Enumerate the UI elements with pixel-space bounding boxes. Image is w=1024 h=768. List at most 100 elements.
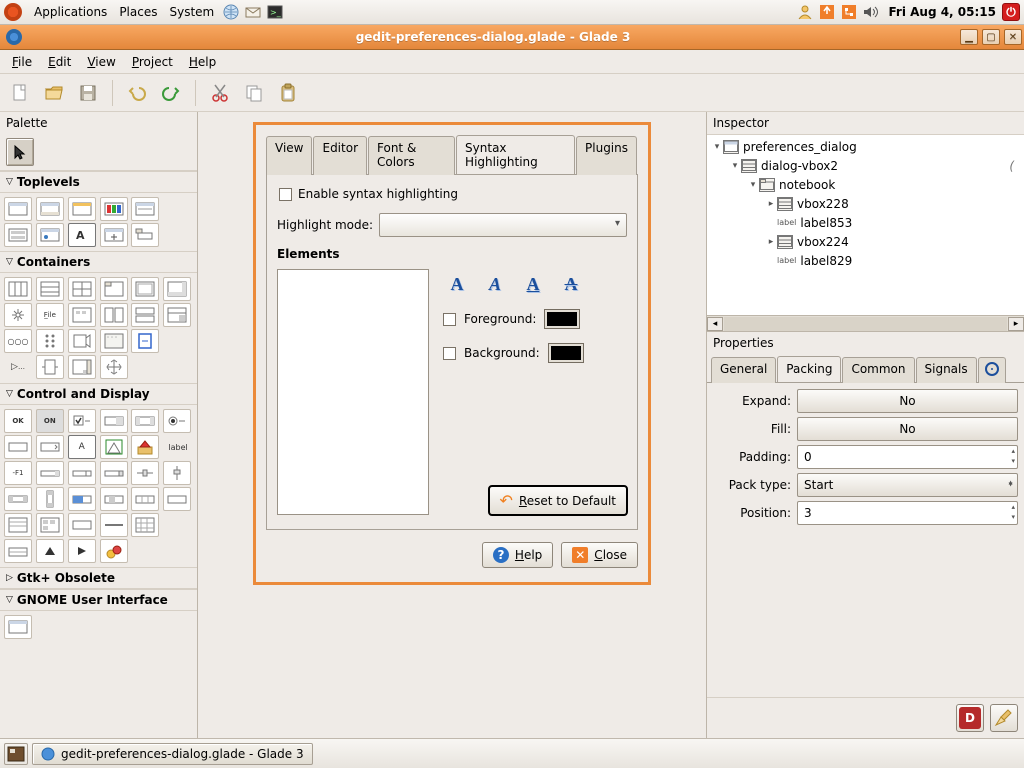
palette-widget[interactable]: -F1 (4, 461, 32, 485)
menu-help[interactable]: Help (181, 53, 224, 71)
palette-widget[interactable] (131, 461, 159, 485)
inspector-tree-row[interactable]: ▾dialog-vbox2( (707, 156, 1024, 175)
palette-widget[interactable] (4, 303, 32, 327)
panel-menu-applications[interactable]: Applications (28, 5, 113, 19)
prop-tab-packing[interactable]: Packing (777, 356, 841, 382)
inspector-tree-row[interactable]: ▾preferences_dialog (707, 137, 1024, 156)
inspector-tree-row[interactable]: labellabel829 (707, 251, 1024, 270)
tray-user-icon[interactable] (796, 3, 814, 21)
palette-widget[interactable] (100, 513, 128, 537)
foreground-color-button[interactable] (544, 309, 580, 329)
palette-widget[interactable] (100, 435, 128, 459)
palette-widget[interactable] (100, 223, 128, 247)
window-minimize-button[interactable]: ▁ (960, 29, 978, 45)
palette-widget[interactable] (163, 487, 191, 511)
style-italic-button[interactable]: A (483, 273, 507, 295)
show-desktop-button[interactable] (4, 743, 28, 765)
palette-widget[interactable] (100, 303, 128, 327)
palette-scroll[interactable]: ▽Toplevels A ▽Containers (0, 171, 197, 738)
palette-widget[interactable] (4, 197, 32, 221)
inspector-tree-row[interactable]: ▸vbox224 (707, 232, 1024, 251)
palette-widget[interactable] (100, 197, 128, 221)
toolbar-cut-button[interactable] (206, 79, 234, 107)
canvas-pane[interactable]: View Editor Font & Colors Syntax Highlig… (198, 112, 706, 738)
palette-widget[interactable] (163, 303, 191, 327)
palette-widget[interactable] (68, 487, 96, 511)
palette-widget[interactable] (100, 329, 128, 353)
background-color-button[interactable] (548, 343, 584, 363)
highlight-mode-combo[interactable] (379, 213, 627, 237)
palette-widget[interactable] (36, 539, 64, 563)
toolbar-undo-button[interactable] (123, 79, 151, 107)
panel-clock[interactable]: Fri Aug 4, 05:15 (888, 5, 996, 19)
panel-launcher-browser-icon[interactable] (222, 3, 240, 21)
toolbar-redo-button[interactable] (157, 79, 185, 107)
palette-widget[interactable] (68, 303, 96, 327)
palette-widget[interactable] (100, 539, 128, 563)
toolbar-paste-button[interactable] (274, 79, 302, 107)
palette-widget[interactable] (163, 409, 191, 433)
design-tab-syntax-highlighting[interactable]: Syntax Highlighting (456, 135, 575, 174)
palette-widget[interactable] (36, 329, 64, 353)
palette-widget[interactable]: OK (4, 409, 32, 433)
background-checkbox[interactable] (443, 347, 456, 360)
style-underline-button[interactable]: A (521, 273, 545, 295)
prop-tab-common[interactable]: Common (842, 357, 914, 383)
prop-tab-a11y[interactable] (978, 357, 1006, 383)
close-button[interactable]: ✕ Close (561, 542, 638, 568)
palette-widget[interactable] (68, 355, 96, 379)
palette-widget[interactable] (68, 277, 96, 301)
menu-edit[interactable]: Edit (40, 53, 79, 71)
tray-updates-icon[interactable] (818, 3, 836, 21)
taskbar-task-glade[interactable]: gedit-preferences-dialog.glade - Glade 3 (32, 743, 313, 765)
palette-widget[interactable] (68, 197, 96, 221)
prop-value-padding[interactable]: 0 (797, 445, 1018, 469)
clear-button[interactable] (990, 704, 1018, 732)
devhelp-button[interactable]: D (956, 704, 984, 732)
palette-widget[interactable] (4, 615, 32, 639)
palette-widget[interactable] (36, 223, 64, 247)
palette-widget[interactable] (36, 197, 64, 221)
design-tab-view[interactable]: View (266, 136, 312, 175)
palette-widget[interactable]: ON (36, 409, 64, 433)
toolbar-save-button[interactable] (74, 79, 102, 107)
palette-widget[interactable] (131, 487, 159, 511)
palette-widget[interactable] (68, 513, 96, 537)
palette-section-gnome[interactable]: ▽GNOME User Interface (0, 589, 197, 611)
elements-list[interactable] (277, 269, 429, 515)
palette-widget[interactable] (68, 329, 96, 353)
inspector-tree-row[interactable]: ▾notebook (707, 175, 1024, 194)
palette-widget[interactable] (68, 539, 96, 563)
palette-widget[interactable] (131, 277, 159, 301)
palette-widget[interactable] (68, 409, 96, 433)
palette-widget[interactable] (100, 355, 128, 379)
palette-widget[interactable] (36, 435, 64, 459)
palette-widget[interactable] (100, 461, 128, 485)
palette-pointer-tool[interactable] (6, 138, 34, 166)
prop-value-packtype[interactable]: Start (797, 473, 1018, 497)
palette-widget[interactable] (4, 435, 32, 459)
window-close-button[interactable]: ✕ (1004, 29, 1022, 45)
scroll-right-button[interactable]: ▸ (1008, 317, 1024, 331)
foreground-checkbox[interactable] (443, 313, 456, 326)
shutdown-button-icon[interactable]: ⏻ (1002, 3, 1020, 21)
palette-widget[interactable] (100, 409, 128, 433)
panel-menu-places[interactable]: Places (113, 5, 163, 19)
toolbar-copy-button[interactable] (240, 79, 268, 107)
palette-section-containers[interactable]: ▽Containers (0, 251, 197, 273)
prop-value-fill[interactable]: No (797, 417, 1018, 441)
palette-widget[interactable]: ○○○ (4, 329, 32, 353)
style-bold-button[interactable]: A (445, 273, 469, 295)
prop-tab-signals[interactable]: Signals (916, 357, 977, 383)
style-strike-button[interactable]: A (559, 273, 583, 295)
palette-widget[interactable] (163, 277, 191, 301)
palette-widget[interactable] (131, 197, 159, 221)
menu-view[interactable]: View (79, 53, 123, 71)
menu-file[interactable]: File (4, 53, 40, 71)
tray-network-icon[interactable] (840, 3, 858, 21)
palette-widget[interactable] (36, 461, 64, 485)
tray-volume-icon[interactable] (862, 3, 880, 21)
palette-widget[interactable] (131, 329, 159, 353)
palette-widget[interactable] (4, 487, 32, 511)
inspector-tree-row[interactable]: labellabel853 (707, 213, 1024, 232)
